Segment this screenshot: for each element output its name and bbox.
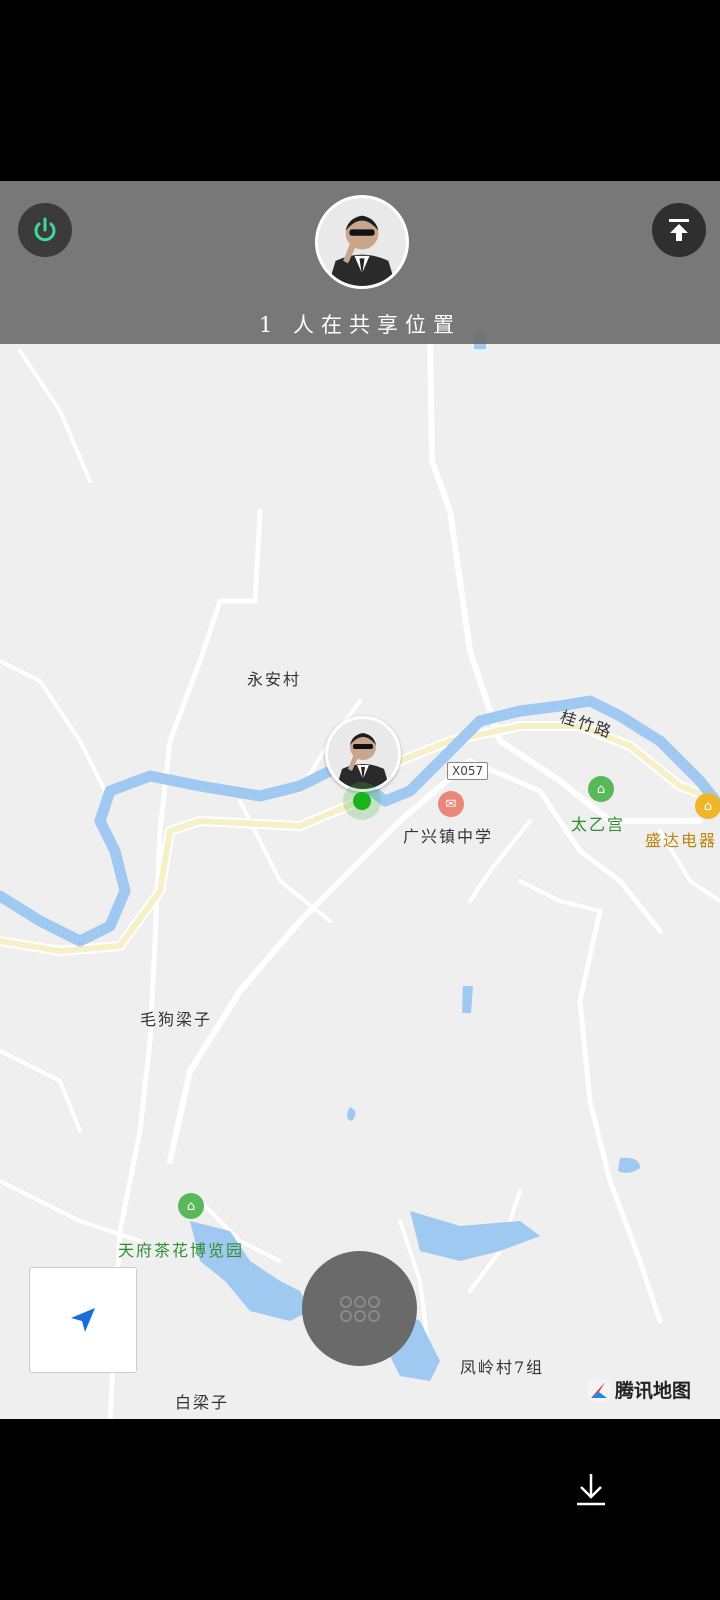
map-view[interactable]: 永安村 桂竹路 X057 ✉ 广兴镇中学 ⌂ 太乙宫 ⌂ 盛达电器 毛狗梁子 ⌂… xyxy=(0,181,720,1419)
power-icon xyxy=(34,217,56,242)
label-museum[interactable]: 天府茶花博览园 xyxy=(118,1237,244,1261)
download-icon[interactable] xyxy=(571,1470,611,1510)
label-temple[interactable]: 太乙宫 xyxy=(571,811,625,835)
label-yongan-village: 永安村 xyxy=(247,670,302,689)
store-poi-icon[interactable]: ⌂ xyxy=(695,793,720,819)
attribution-text: 腾讯地图 xyxy=(615,1380,692,1402)
exit-sharing-button[interactable] xyxy=(18,203,72,257)
road-code-badge: X057 xyxy=(447,762,489,780)
current-location-dot[interactable] xyxy=(353,792,371,810)
microphone-grid-icon xyxy=(339,1295,380,1322)
locate-me-button[interactable] xyxy=(29,1267,137,1373)
tencent-map-logo-icon xyxy=(588,1378,610,1401)
label-fengling: 凤岭村7组 xyxy=(460,1358,545,1377)
sharer-avatar[interactable] xyxy=(315,195,409,289)
collapse-button[interactable] xyxy=(652,203,706,257)
person-avatar-icon xyxy=(318,198,406,286)
school-poi-icon[interactable]: ✉ xyxy=(438,791,464,817)
navigation-arrow-icon xyxy=(71,1308,95,1332)
label-maogou: 毛狗梁子 xyxy=(140,1010,213,1029)
talk-button[interactable] xyxy=(302,1251,417,1366)
user-marker-avatar[interactable] xyxy=(325,716,401,792)
status-bar-area xyxy=(0,0,720,181)
person-avatar-icon xyxy=(328,719,398,789)
temple-poi-icon[interactable]: ⌂ xyxy=(588,776,614,802)
label-school[interactable]: 广兴镇中学 xyxy=(403,823,493,847)
label-bailiang: 白梁子 xyxy=(175,1393,230,1412)
sharing-status-text: 1 人在共享位置 xyxy=(258,313,462,337)
museum-poi-icon[interactable]: ⌂ xyxy=(178,1193,204,1219)
label-store[interactable]: 盛达电器 xyxy=(645,827,717,851)
map-attribution: 腾讯地图 xyxy=(587,1376,691,1403)
sharing-header: 1 人在共享位置 xyxy=(0,181,720,344)
collapse-up-icon xyxy=(669,219,689,241)
